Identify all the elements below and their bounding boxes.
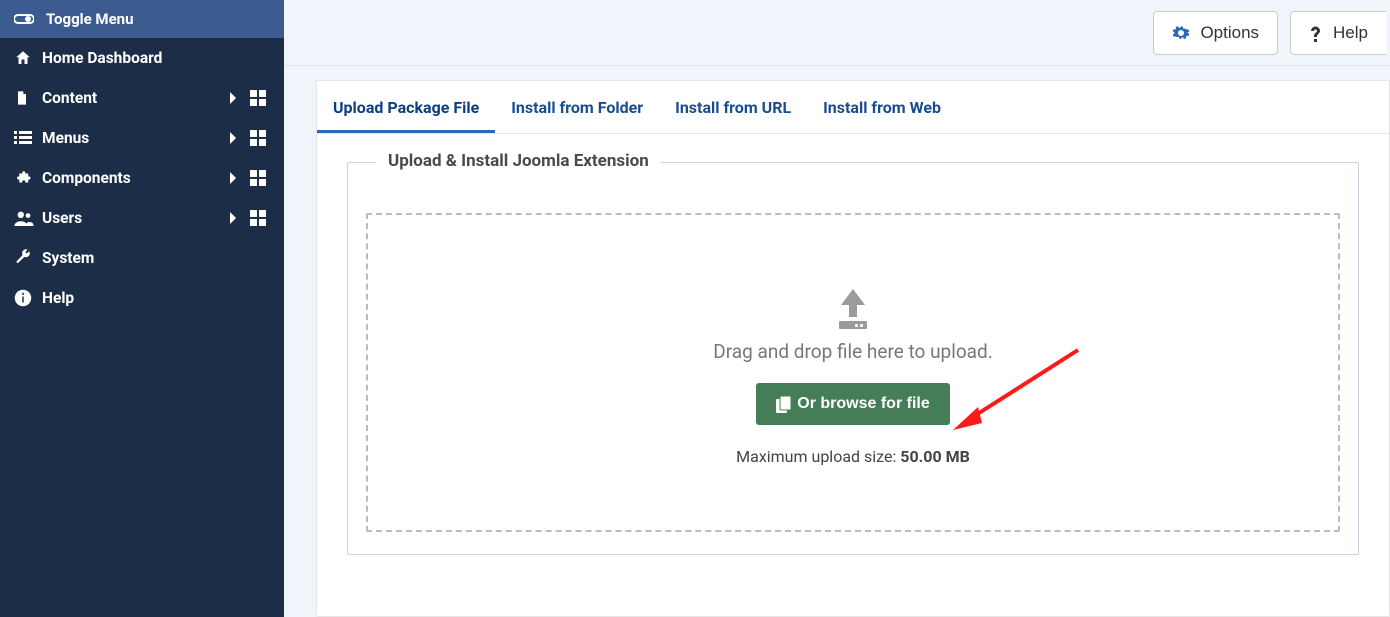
max-upload-size: Maximum upload size: 50.00 MB xyxy=(388,447,1318,466)
users-icon xyxy=(14,210,40,226)
main-content: Options Help Upload Package File Install… xyxy=(284,0,1390,617)
tab-install-folder[interactable]: Install from Folder xyxy=(495,81,659,133)
tab-install-url[interactable]: Install from URL xyxy=(659,81,807,133)
chevron-right-icon xyxy=(228,91,250,105)
upload-cloud-icon xyxy=(388,283,1318,335)
options-label: Options xyxy=(1200,23,1259,43)
file-icon xyxy=(14,89,40,107)
sidebar-item-label: Home Dashboard xyxy=(42,49,270,67)
install-tabs: Upload Package File Install from Folder … xyxy=(317,81,1389,134)
topbar: Options Help xyxy=(284,0,1390,66)
sidebar-item-users[interactable]: Users xyxy=(0,198,284,238)
file-dropzone[interactable]: Drag and drop file here to upload. Or br… xyxy=(366,213,1340,532)
sidebar-item-components[interactable]: Components xyxy=(0,158,284,198)
dashboard-icon[interactable] xyxy=(250,170,270,186)
fieldset-legend: Upload & Install Joomla Extension xyxy=(376,151,661,171)
puzzle-icon xyxy=(14,169,40,187)
browse-label: Or browse for file xyxy=(797,395,929,413)
home-icon xyxy=(14,49,40,67)
install-panel: Upload Package File Install from Folder … xyxy=(316,80,1390,617)
sidebar-item-label: Help xyxy=(42,289,270,307)
sidebar-item-menus[interactable]: Menus xyxy=(0,118,284,158)
info-icon xyxy=(14,289,40,307)
sidebar-item-home[interactable]: Home Dashboard xyxy=(0,38,284,78)
wrench-icon xyxy=(14,249,40,267)
copy-icon xyxy=(776,396,791,413)
browse-file-button[interactable]: Or browse for file xyxy=(756,383,949,425)
sidebar-nav: Home Dashboard Content Menus Components xyxy=(0,38,284,318)
sidebar-item-label: Menus xyxy=(42,129,228,147)
dashboard-icon[interactable] xyxy=(250,130,270,146)
options-button[interactable]: Options xyxy=(1153,11,1278,55)
gear-icon xyxy=(1172,24,1190,42)
toggle-menu-button[interactable]: Toggle Menu xyxy=(0,0,284,38)
sidebar-item-label: Components xyxy=(42,169,228,187)
list-icon xyxy=(14,131,40,145)
tab-install-web[interactable]: Install from Web xyxy=(807,81,957,133)
upload-fieldset: Upload & Install Joomla Extension Drag a… xyxy=(347,162,1359,555)
help-label: Help xyxy=(1333,23,1368,43)
sidebar: Toggle Menu Home Dashboard Content Menus xyxy=(0,0,284,617)
chevron-right-icon xyxy=(228,171,250,185)
sidebar-item-content[interactable]: Content xyxy=(0,78,284,118)
help-button[interactable]: Help xyxy=(1290,11,1386,55)
sidebar-item-label: System xyxy=(42,249,270,267)
toggle-icon xyxy=(14,12,34,26)
sidebar-item-label: Users xyxy=(42,209,228,227)
tab-upload-package[interactable]: Upload Package File xyxy=(317,81,495,133)
dropzone-text: Drag and drop file here to upload. xyxy=(388,340,1318,363)
toggle-menu-label: Toggle Menu xyxy=(46,10,133,28)
sidebar-item-help[interactable]: Help xyxy=(0,278,284,318)
dashboard-icon[interactable] xyxy=(250,210,270,226)
sidebar-item-label: Content xyxy=(42,89,228,107)
question-icon xyxy=(1309,23,1323,43)
dashboard-icon[interactable] xyxy=(250,90,270,106)
chevron-right-icon xyxy=(228,211,250,225)
chevron-right-icon xyxy=(228,131,250,145)
sidebar-item-system[interactable]: System xyxy=(0,238,284,278)
